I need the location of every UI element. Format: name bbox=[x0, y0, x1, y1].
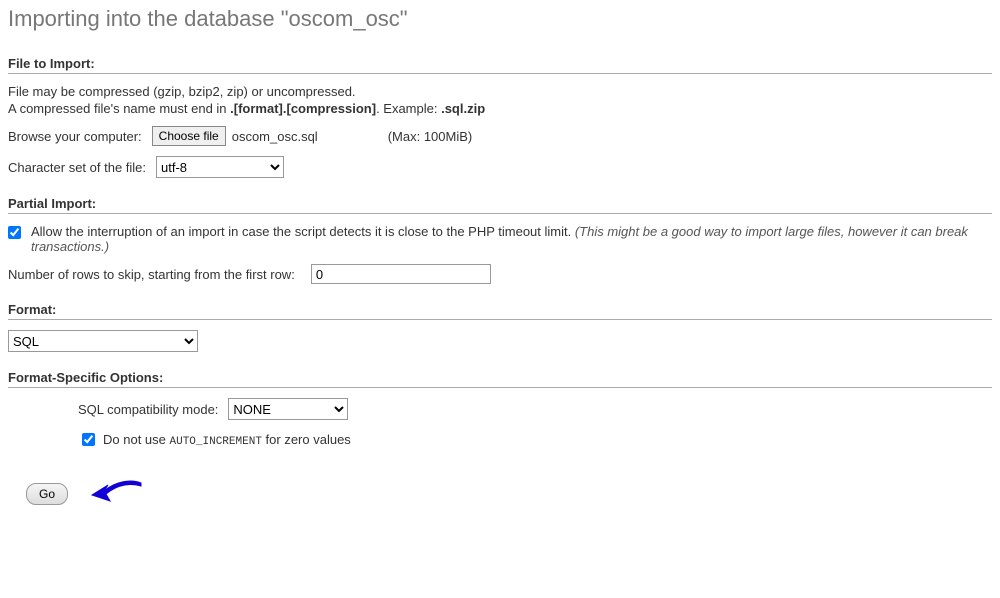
autoincrement-checkbox[interactable] bbox=[82, 433, 95, 446]
charset-label: Character set of the file: bbox=[8, 160, 146, 175]
choose-file-button[interactable]: Choose file bbox=[152, 126, 226, 146]
allow-interruption-text: Allow the interruption of an import in c… bbox=[31, 224, 992, 254]
autoinc-code: AUTO_INCREMENT bbox=[170, 436, 262, 448]
help-extension: A compressed file's name must end in .[f… bbox=[8, 101, 992, 116]
help-ext-prefix: A compressed file's name must end in bbox=[8, 101, 230, 116]
help-ext-mid: . Example: bbox=[376, 101, 441, 116]
autoinc-prefix: Do not use bbox=[103, 432, 170, 447]
allow-interruption-checkbox[interactable] bbox=[8, 226, 21, 239]
autoinc-suffix: for zero values bbox=[262, 432, 351, 447]
format-select[interactable]: SQL bbox=[8, 330, 198, 352]
chosen-filename: oscom_osc.sql bbox=[232, 129, 318, 144]
help-compression: File may be compressed (gzip, bzip2, zip… bbox=[8, 84, 992, 99]
help-ext-example: .sql.zip bbox=[441, 101, 485, 116]
max-size-hint: (Max: 100MiB) bbox=[388, 129, 473, 144]
browse-label: Browse your computer: bbox=[8, 129, 142, 144]
compat-mode-select[interactable]: NONE bbox=[228, 398, 348, 420]
allow-interruption-main: Allow the interruption of an import in c… bbox=[31, 224, 575, 239]
section-partial-import: Partial Import: bbox=[8, 196, 992, 214]
help-ext-format: .[format].[compression] bbox=[230, 101, 376, 116]
section-file-to-import: File to Import: bbox=[8, 56, 992, 74]
pointer-arrow-icon bbox=[86, 477, 146, 510]
section-format-specific: Format-Specific Options: bbox=[8, 370, 992, 388]
charset-select[interactable]: utf-8 bbox=[156, 156, 284, 178]
page-title: Importing into the database "oscom_osc" bbox=[8, 6, 992, 32]
section-format: Format: bbox=[8, 302, 992, 320]
autoincrement-label: Do not use AUTO_INCREMENT for zero value… bbox=[103, 432, 351, 448]
skip-rows-input[interactable] bbox=[311, 264, 491, 284]
skip-rows-label: Number of rows to skip, starting from th… bbox=[8, 267, 295, 282]
compat-mode-label: SQL compatibility mode: bbox=[78, 402, 218, 417]
go-button[interactable]: Go bbox=[26, 483, 68, 505]
